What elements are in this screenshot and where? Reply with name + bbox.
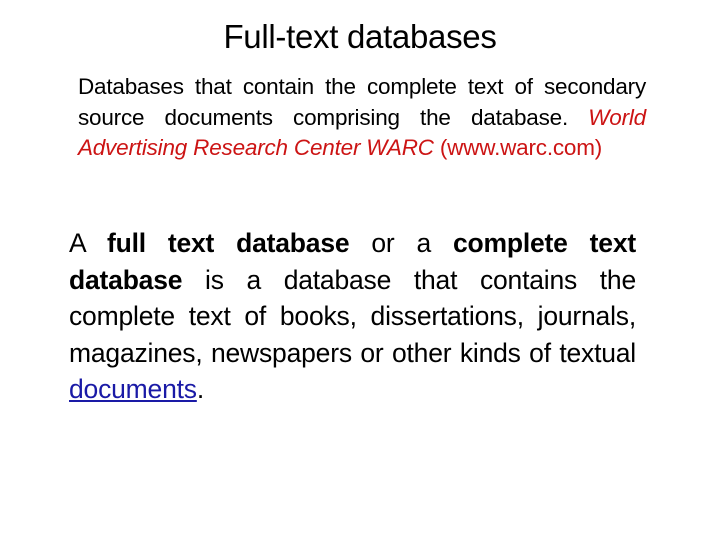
documents-link[interactable]: documents	[69, 374, 197, 404]
full-text-description-paragraph: A full text database or a complete text …	[69, 225, 636, 408]
definition-paragraph: Databases that contain the complete text…	[78, 72, 646, 164]
text-segment: A	[69, 228, 107, 258]
text-segment: .	[196, 374, 204, 404]
slide-title: Full-text databases	[223, 18, 497, 55]
warc-url: (www.warc.com)	[433, 135, 603, 160]
term-full-text-database: full text database	[106, 228, 350, 258]
definition-text: Databases that contain the complete text…	[78, 74, 646, 130]
text-segment: or a	[349, 228, 453, 258]
